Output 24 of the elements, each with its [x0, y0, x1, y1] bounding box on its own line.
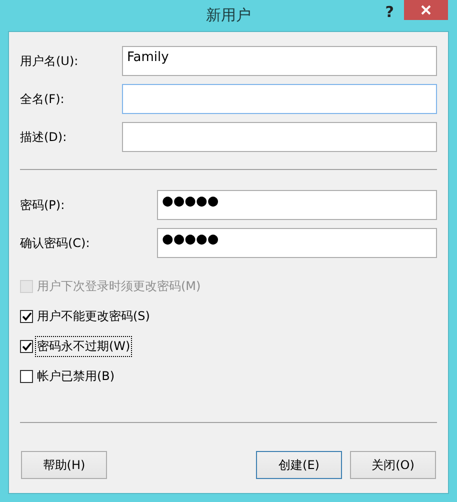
checkbox-label: 用户不能更改密码(S)	[36, 308, 151, 324]
help-button[interactable]: ?	[385, 0, 394, 21]
dialog-button[interactable]: 创建(E)	[256, 451, 342, 479]
checkbox[interactable]	[20, 340, 33, 352]
input-field[interactable]: ●●●●●	[157, 228, 437, 258]
checkbox-label: 帐户已禁用(B)	[36, 368, 116, 384]
close-button[interactable]	[404, 0, 448, 20]
input-field[interactable]	[122, 84, 437, 114]
checkbox-label: 用户下次登录时须更改密码(M)	[36, 278, 202, 294]
field-label: 全名(F):	[20, 90, 66, 108]
field-label: 用户名(U):	[20, 52, 80, 70]
close-icon	[421, 5, 431, 15]
window-title: 新用户	[206, 5, 251, 25]
dialog-button[interactable]: 关闭(O)	[350, 451, 436, 479]
input-field[interactable]: Family	[122, 46, 437, 76]
field-label: 密码(P):	[20, 196, 66, 214]
checkbox-label: 密码永不过期(W)	[36, 336, 132, 356]
field-label: 描述(D):	[20, 128, 68, 146]
checkbox[interactable]	[20, 370, 33, 382]
field-label: 确认密码(C):	[20, 234, 91, 252]
help-button[interactable]: 帮助(H)	[21, 451, 107, 479]
input-field[interactable]: ●●●●●	[157, 190, 437, 220]
checkbox[interactable]	[20, 310, 33, 322]
input-field[interactable]	[122, 122, 437, 152]
